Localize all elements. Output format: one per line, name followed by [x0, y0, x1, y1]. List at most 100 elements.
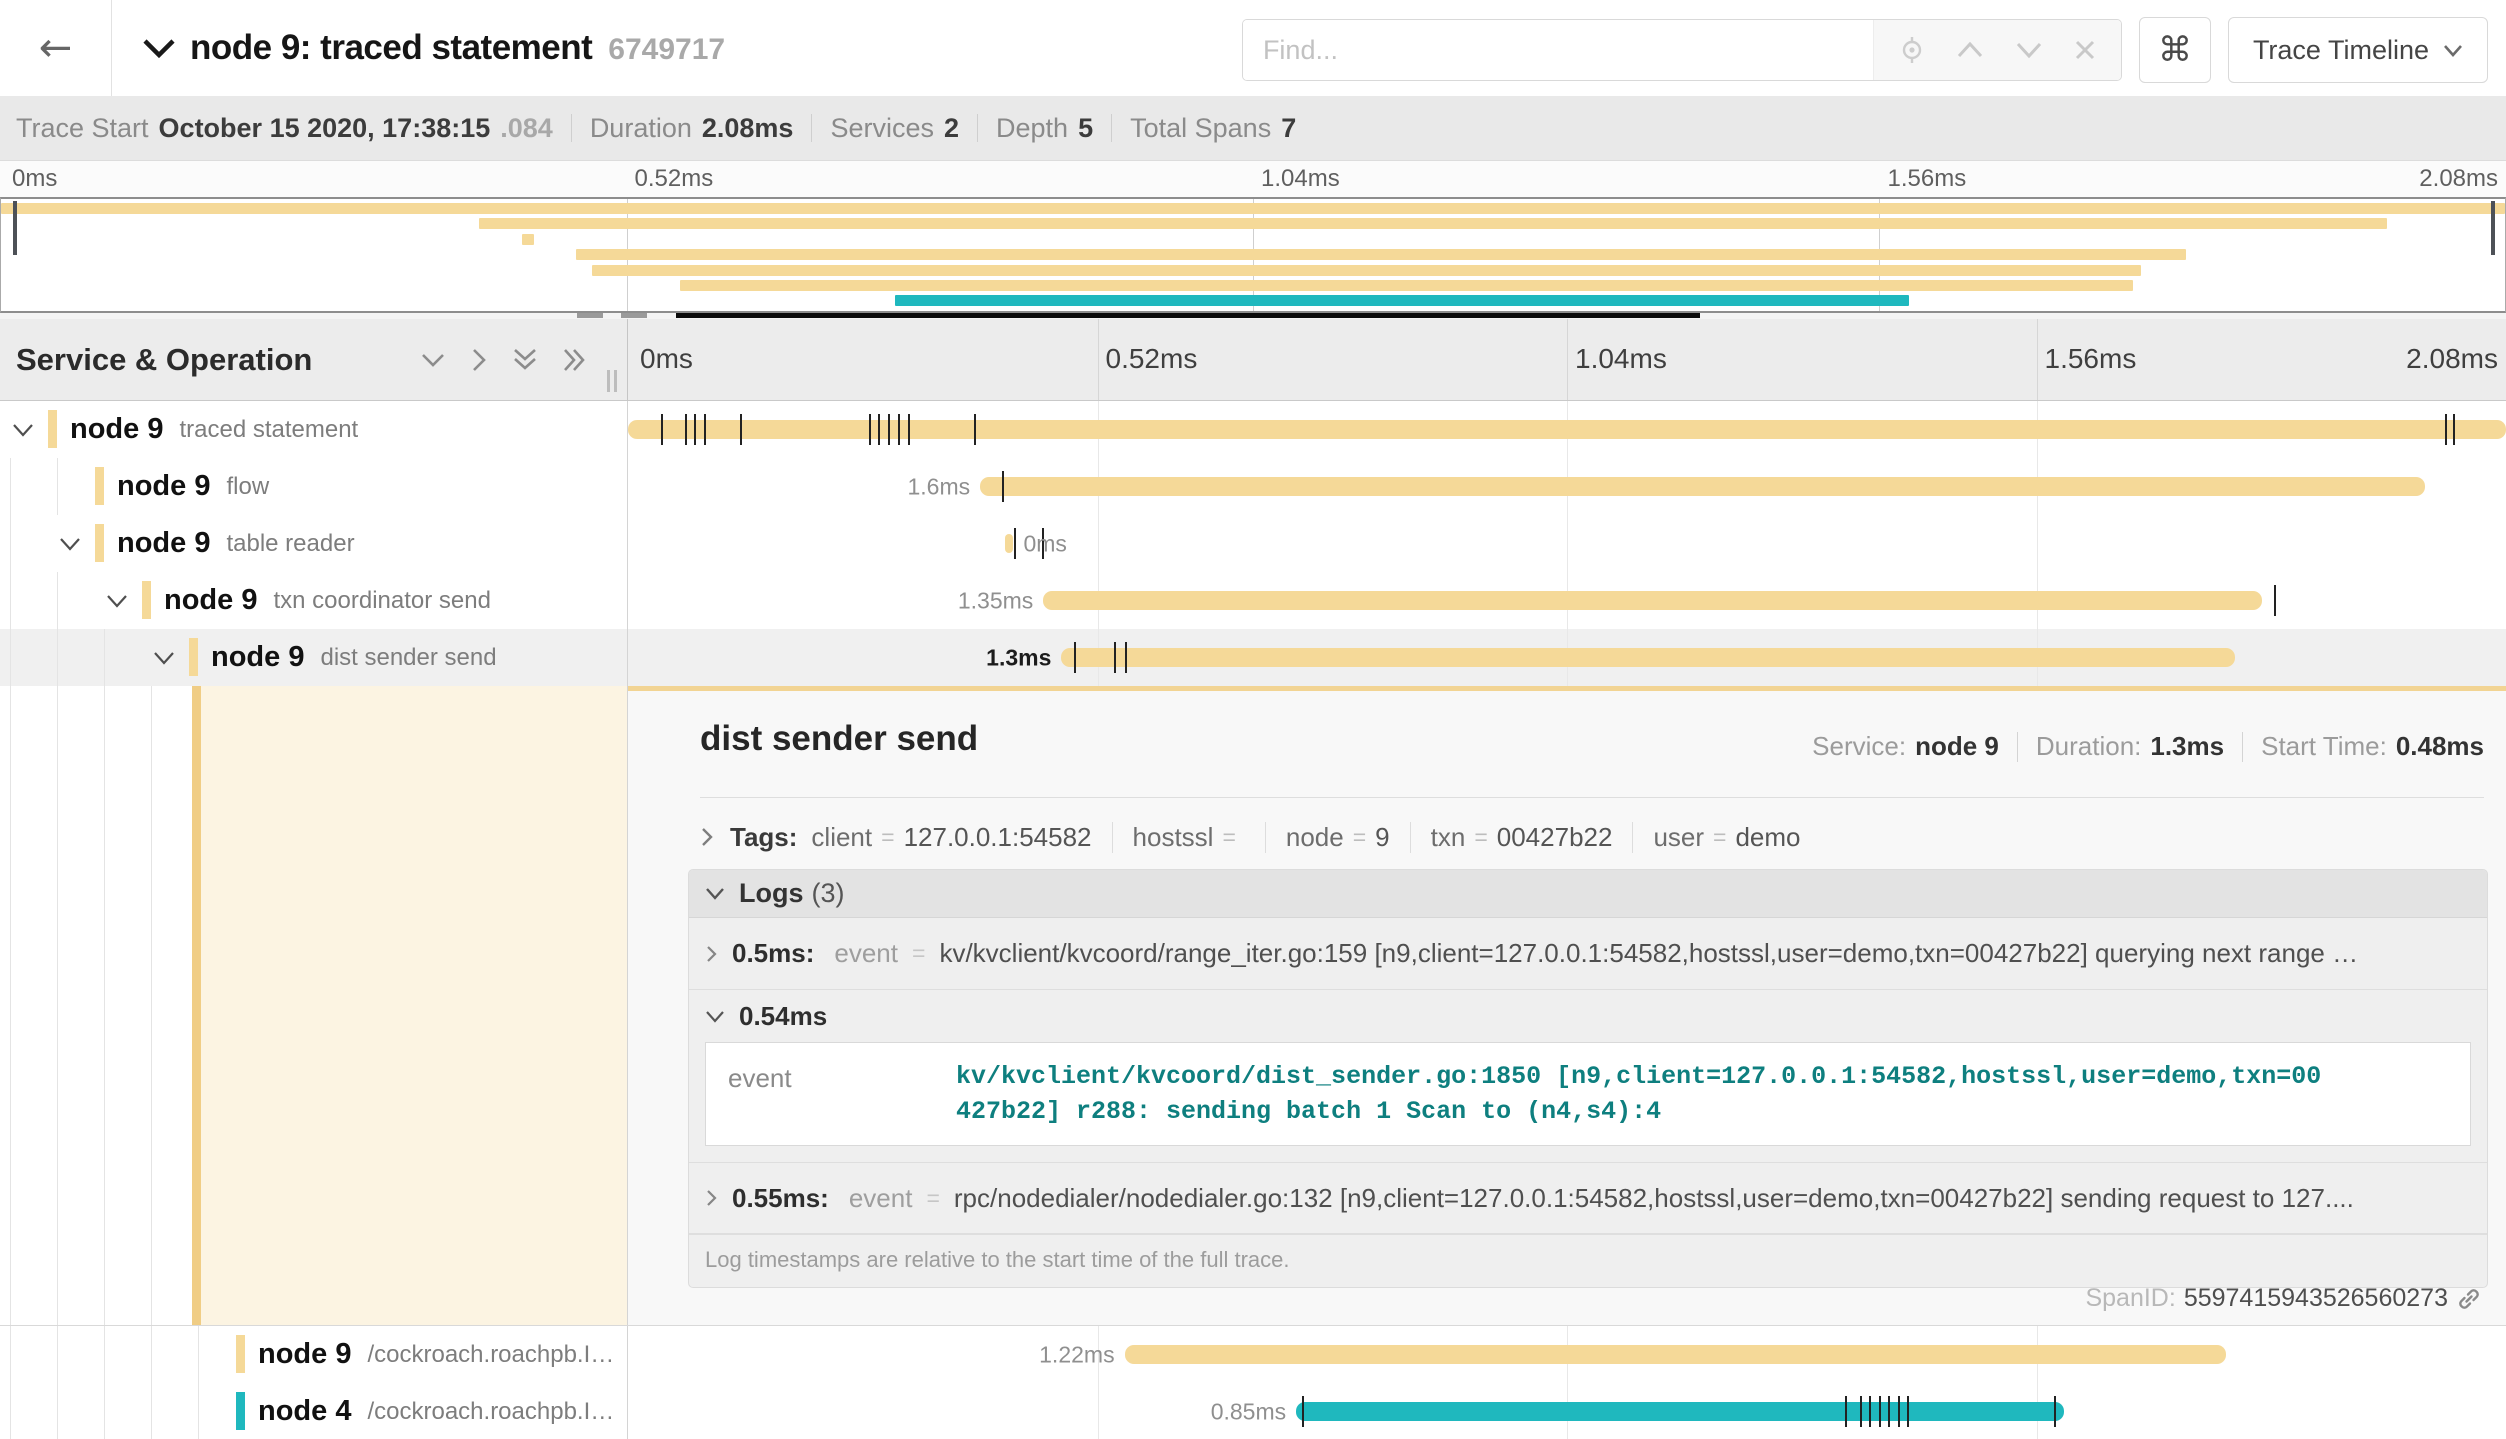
- log-event-tick: [888, 414, 890, 445]
- scroll-handle[interactable]: [621, 313, 647, 318]
- span-name-cell[interactable]: node 4/cockroach.roachpb.I…: [0, 1383, 628, 1439]
- trace-id: 6749717: [608, 33, 725, 67]
- row-collapse-chevron-icon[interactable]: [59, 537, 81, 551]
- span-duration-bar[interactable]: [980, 477, 2425, 496]
- span-name-cell[interactable]: node 9/cockroach.roachpb.I…: [0, 1326, 628, 1383]
- expand-one-icon[interactable]: [470, 347, 488, 373]
- log-entry-2-header[interactable]: 0.54ms: [689, 990, 2487, 1042]
- span-row[interactable]: node 9traced statement: [0, 401, 2506, 458]
- tree-guide-line: [104, 629, 105, 686]
- span-name-cell[interactable]: node 9table reader: [0, 515, 628, 572]
- axis-gridline: [1098, 319, 1099, 400]
- service-name: node 9: [211, 641, 304, 674]
- span-name-cell[interactable]: node 9txn coordinator send: [0, 572, 628, 629]
- next-match-icon[interactable]: [2014, 40, 2044, 60]
- log-event-tick: [1879, 1396, 1881, 1427]
- tree-guide-line: [10, 458, 11, 515]
- logs-section: Logs (3) 0.5ms: event = kv/kvclient/kvco…: [688, 869, 2488, 1288]
- log-event-tick: [2274, 585, 2276, 616]
- tag-item: txn=00427b22: [1411, 822, 1634, 853]
- log-event-tick: [869, 414, 871, 445]
- log-event-tick: [1907, 1396, 1909, 1427]
- detail-meta-item: Start Time:0.48ms: [2261, 731, 2484, 762]
- span-row[interactable]: node 9/cockroach.roachpb.I…1.22ms: [0, 1326, 2506, 1383]
- row-collapse-chevron-icon[interactable]: [106, 594, 128, 608]
- span-row[interactable]: node 9txn coordinator send1.35ms: [0, 572, 2506, 629]
- chevron-right-icon: [705, 1188, 718, 1208]
- chevron-right-icon: [700, 826, 714, 848]
- span-timeline-cell[interactable]: [628, 401, 2506, 458]
- span-row[interactable]: node 9dist sender send1.3ms: [0, 629, 2506, 686]
- span-duration-bar[interactable]: [1043, 591, 2262, 610]
- operation-name: txn coordinator send: [273, 587, 490, 615]
- span-duration-bar[interactable]: [1005, 534, 1012, 553]
- axis-tick-label: 2.08ms: [2406, 343, 2498, 375]
- span-timeline-cell[interactable]: 1.35ms: [628, 572, 2506, 629]
- span-timeline-cell[interactable]: 1.3ms: [628, 629, 2506, 686]
- span-timeline-cell[interactable]: 0.85ms: [628, 1383, 2506, 1439]
- log-timestamp: 0.5ms:: [732, 938, 814, 969]
- row-collapse-chevron-icon[interactable]: [153, 651, 175, 665]
- log-event-tick: [1114, 642, 1116, 673]
- tag-item: user=demo: [1633, 822, 1820, 853]
- span-timeline-cell[interactable]: 1.22ms: [628, 1326, 2506, 1383]
- trace-summary-bar: Trace StartOctober 15 2020, 17:38:15.084…: [0, 96, 2506, 161]
- log-key: event: [849, 1183, 913, 1214]
- span-name-cell[interactable]: node 9dist sender send: [0, 629, 628, 686]
- span-duration-bar[interactable]: [1125, 1345, 2227, 1364]
- operation-name: traced statement: [179, 416, 358, 444]
- span-name-cell[interactable]: node 9traced statement: [0, 401, 628, 458]
- view-selector-button[interactable]: Trace Timeline: [2228, 17, 2488, 83]
- row-collapse-chevron-icon[interactable]: [12, 423, 34, 437]
- minimap-tick-label: 2.08ms: [2419, 165, 2498, 193]
- expand-all-icon[interactable]: [562, 347, 588, 373]
- log-event-tick: [2445, 414, 2447, 445]
- copy-link-icon[interactable]: [2456, 1286, 2482, 1312]
- find-input[interactable]: [1243, 20, 1873, 80]
- scroll-handle[interactable]: [577, 313, 603, 318]
- column-resize-grip[interactable]: [607, 370, 617, 392]
- summary-item: Trace StartOctober 15 2020, 17:38:15.084: [16, 113, 553, 144]
- minimap-left-scrubber[interactable]: [13, 201, 17, 255]
- span-id-value: 5597415943526560273: [2184, 1284, 2448, 1313]
- axis-gridline: [1567, 319, 1568, 400]
- minimap-right-scrubber[interactable]: [2491, 201, 2495, 255]
- prev-match-icon[interactable]: [1955, 40, 1985, 60]
- timeline-scrollbar[interactable]: [676, 313, 1700, 318]
- service-color-bar: [95, 467, 104, 505]
- span-duration-label: 0.85ms: [1211, 1398, 1286, 1425]
- collapse-trace-chevron-icon[interactable]: [142, 37, 176, 59]
- meta-divider: [2242, 732, 2243, 762]
- tree-guide-line: [151, 1326, 152, 1383]
- tags-row[interactable]: Tags: client=127.0.0.1:54582hostssl=node…: [700, 817, 1821, 857]
- tree-guide-line: [57, 572, 58, 629]
- span-timeline-cell[interactable]: 0ms: [628, 515, 2506, 572]
- log-entry-3[interactable]: 0.55ms: event = rpc/nodedialer/nodediale…: [689, 1162, 2487, 1234]
- tree-guide-line: [198, 1383, 199, 1439]
- clear-find-icon[interactable]: [2073, 38, 2097, 62]
- span-row[interactable]: node 9flow1.6ms: [0, 458, 2506, 515]
- selected-span-color-stripe: [192, 686, 201, 1325]
- minimap-canvas[interactable]: [0, 197, 2506, 313]
- summary-divider: [571, 114, 572, 142]
- collapse-all-icon[interactable]: [512, 347, 538, 373]
- span-timeline-cell[interactable]: 1.6ms: [628, 458, 2506, 515]
- back-button[interactable]: ←: [0, 0, 112, 96]
- minimap-span-bar: [680, 280, 2133, 291]
- span-duration-bar[interactable]: [1061, 648, 2235, 667]
- focus-match-icon[interactable]: [1898, 36, 1926, 64]
- operation-name: /cockroach.roachpb.I…: [367, 1398, 614, 1426]
- log-event-tick: [694, 414, 696, 445]
- span-duration-bar[interactable]: [1296, 1402, 2063, 1421]
- keyboard-shortcuts-button[interactable]: ⌘: [2139, 17, 2211, 83]
- span-row[interactable]: node 9table reader0ms: [0, 515, 2506, 572]
- collapse-one-icon[interactable]: [420, 351, 446, 369]
- span-name-cell[interactable]: node 9flow: [0, 458, 628, 515]
- tree-guide-line: [198, 1326, 199, 1383]
- logs-header[interactable]: Logs (3): [689, 870, 2487, 918]
- tag-item: hostssl=: [1113, 822, 1266, 853]
- log-event-tick: [704, 414, 706, 445]
- log-entry-1[interactable]: 0.5ms: event = kv/kvclient/kvcoord/range…: [689, 918, 2487, 990]
- detail-meta-item: Duration:1.3ms: [2036, 731, 2224, 762]
- span-row[interactable]: node 4/cockroach.roachpb.I… 0.85ms: [0, 1383, 2506, 1439]
